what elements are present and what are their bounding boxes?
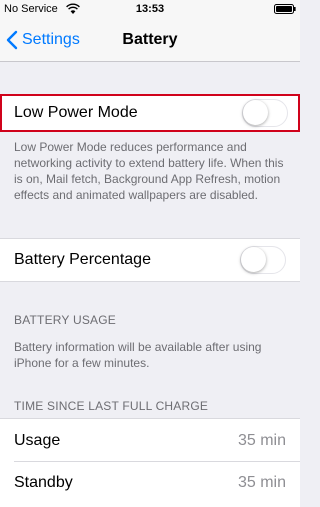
low-power-mode-label: Low Power Mode bbox=[14, 104, 138, 121]
toggle-knob bbox=[241, 247, 266, 272]
back-button-label: Settings bbox=[22, 31, 80, 48]
back-button[interactable]: Settings bbox=[6, 28, 80, 52]
low-power-mode-toggle[interactable] bbox=[242, 99, 288, 127]
battery-percentage-label: Battery Percentage bbox=[14, 251, 151, 268]
standby-label: Standby bbox=[14, 474, 73, 491]
usage-value: 35 min bbox=[237, 432, 286, 449]
time-since-charge-header: TIME SINCE LAST FULL CHARGE bbox=[14, 399, 209, 413]
battery-usage-message: Battery information will be available af… bbox=[14, 340, 262, 370]
navigation-bar: Battery Settings bbox=[0, 18, 300, 62]
usage-row: Usage 35 min bbox=[0, 418, 300, 462]
battery-percentage-toggle[interactable] bbox=[240, 246, 286, 274]
chevron-left-icon bbox=[6, 30, 18, 50]
battery-percentage-row: Battery Percentage bbox=[0, 238, 300, 282]
battery-usage-header: BATTERY USAGE bbox=[14, 313, 116, 327]
usage-label: Usage bbox=[14, 432, 61, 449]
status-bar: No Service 13:53 bbox=[0, 0, 300, 18]
standby-value: 35 min bbox=[237, 474, 286, 491]
toggle-knob bbox=[243, 100, 268, 125]
battery-icon bbox=[274, 4, 296, 14]
low-power-mode-description: Low Power Mode reduces performance and n… bbox=[14, 140, 284, 202]
clock: 13:53 bbox=[135, 3, 165, 15]
low-power-mode-row: Low Power Mode bbox=[0, 94, 300, 132]
standby-row: Standby 35 min bbox=[0, 462, 300, 507]
